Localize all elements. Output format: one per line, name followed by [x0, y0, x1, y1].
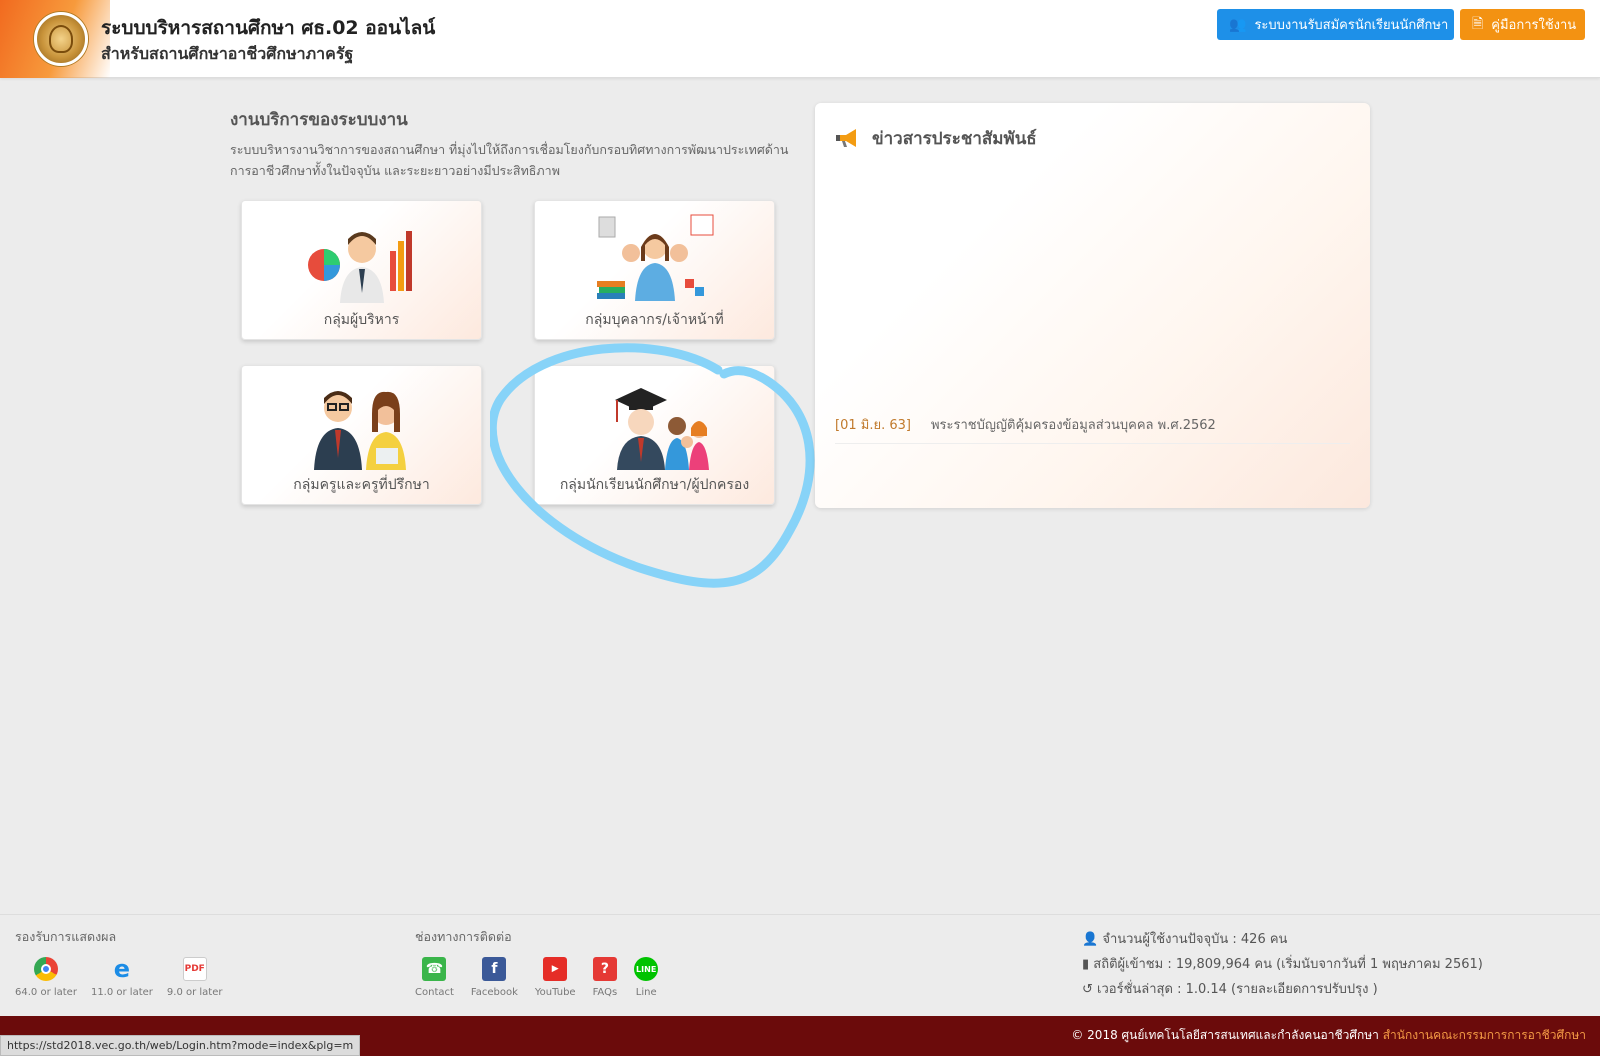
card-teachers-label: กลุ่มครูและครูที่ปรึกษา: [293, 477, 430, 493]
browser-chrome-label: 64.0 or later: [15, 987, 77, 998]
browser-support-title: รองรับการแสดงผล: [15, 929, 117, 944]
chrome-icon: [33, 957, 58, 981]
pdf-icon: PDF: [182, 957, 207, 981]
contact-list: ☎ Contact f Facebook ▶ YouTube ? FAQs LI…: [415, 957, 659, 998]
card-staff-label: กลุ่มบุคลากร/เจ้าหน้าที่: [585, 312, 724, 328]
contact-line-label: Line: [635, 987, 657, 998]
services-description: ระบบบริหารงานวิชาการของสถานศึกษา ที่มุ่ง…: [230, 142, 789, 178]
card-teachers[interactable]: กลุ่มครูและครูที่ปรึกษา: [241, 365, 482, 505]
ie-icon: e: [113, 955, 131, 983]
browser-pdf-label: 9.0 or later: [166, 987, 223, 998]
copyright: © 2018 ศูนย์เทคโนโลยีสารสนเทศและกำลังคนอ…: [1071, 1026, 1586, 1045]
news-item-date: [01 มิ.ย. 63]: [835, 418, 911, 433]
faq-icon: ?: [592, 957, 617, 981]
app-subtitle: สำหรับสถานศึกษาอาชีวศึกษาภาครัฐ: [101, 44, 354, 63]
contact-youtube-label: YouTube: [534, 987, 576, 998]
user-manual-button[interactable]: 🗎 คู่มือการใช้งาน: [1460, 9, 1585, 40]
stat-visits: ▮ สถิติผู้เข้าชม : 19,809,964 คน (เริ่มน…: [1082, 953, 1483, 974]
contact-item-line[interactable]: LINE Line: [634, 957, 659, 998]
browser-item-ie: e 11.0 or later: [90, 955, 153, 998]
browser-support-list: 64.0 or later e 11.0 or later PDF 9.0 or…: [15, 955, 223, 998]
browser-ie-label: 11.0 or later: [90, 987, 153, 998]
copyright-text: © 2018 ศูนย์เทคโนโลยีสารสนเทศและกำลังคนอ…: [1071, 1028, 1379, 1042]
footer: รองรับการแสดงผล 64.0 or later e 11.0 or …: [0, 914, 1600, 1016]
history-icon: ↺: [1082, 982, 1093, 997]
vec-office-link[interactable]: สำนักงานคณะกรรมการการอาชีวศึกษา: [1383, 1028, 1586, 1042]
news-panel: ข่าวสารประชาสัมพันธ์ [01 มิ.ย. 63] พระรา…: [815, 103, 1370, 508]
ministry-logo-icon[interactable]: [34, 12, 88, 66]
youtube-icon: ▶: [543, 957, 568, 981]
facebook-icon: f: [482, 957, 507, 981]
contact-item-faq[interactable]: ? FAQs: [592, 957, 618, 998]
user-icon: 👤: [1082, 932, 1099, 947]
contact-item-phone[interactable]: ☎ Contact: [415, 957, 454, 998]
browser-item-chrome: 64.0 or later: [15, 957, 77, 998]
admission-system-button[interactable]: 👥 ระบบงานรับสมัครนักเรียนนักศึกษา: [1217, 9, 1454, 40]
news-item[interactable]: [01 มิ.ย. 63] พระราชบัญญัติคุ้มครองข้อมู…: [835, 414, 1350, 444]
stat-current-users-text: จำนวนผู้ใช้งานปัจจุบัน : 426 คน: [1102, 932, 1288, 947]
card-students[interactable]: กลุ่มนักเรียนนักศึกษา/ผู้ปกครอง: [534, 365, 775, 505]
stat-version[interactable]: ↺ เวอร์ชั่นล่าสุด : 1.0.14 (รายละเอียดกา…: [1082, 978, 1378, 999]
app-title: ระบบบริหารสถานศึกษา ศธ.02 ออนไลน์: [101, 17, 436, 39]
contact-item-youtube[interactable]: ▶ YouTube: [535, 957, 576, 998]
news-title: ข่าวสารประชาสัมพันธ์: [872, 129, 1037, 149]
users-icon: 👥: [1229, 16, 1247, 33]
browser-status-url: https://std2018.vec.go.th/web/Login.htm?…: [0, 1035, 361, 1056]
browser-item-pdf: PDF 9.0 or later: [167, 957, 223, 998]
stat-visits-text: สถิติผู้เข้าชม : 19,809,964 คน (เริ่มนับ…: [1093, 957, 1483, 972]
executive-chart-illustration-icon: [307, 231, 412, 303]
card-students-label: กลุ่มนักเรียนนักศึกษา/ผู้ปกครอง: [559, 477, 750, 493]
staff-illustration-icon: [596, 214, 713, 301]
contact-item-facebook[interactable]: f Facebook: [471, 957, 518, 998]
card-executives-label: กลุ่มผู้บริหาร: [323, 312, 400, 328]
contact-faq-label: FAQs: [592, 987, 618, 998]
pdf-file-icon: 🗎: [1472, 15, 1484, 32]
students-illustration-icon: [614, 388, 709, 470]
signal-bars-icon: ▮: [1082, 957, 1090, 972]
teachers-illustration-icon: [313, 391, 406, 470]
user-manual-label: คู่มือการใช้งาน: [1491, 18, 1577, 33]
news-item-text: พระราชบัญญัติคุ้มครองข้อมูลส่วนบุคคล พ.ศ…: [930, 418, 1216, 433]
contact-facebook-label: Facebook: [470, 987, 518, 998]
admission-system-label: ระบบงานรับสมัครนักเรียนนักศึกษา: [1254, 18, 1449, 33]
stat-current-users: 👤 จำนวนผู้ใช้งานปัจจุบัน : 426 คน: [1082, 928, 1287, 949]
contact-title: ช่องทางการติดต่อ: [415, 929, 512, 944]
phone-icon: ☎: [422, 957, 447, 981]
top-header: ระบบบริหารสถานศึกษา ศธ.02 ออนไลน์ สำหรับ…: [0, 0, 1600, 78]
contact-phone-label: Contact: [415, 987, 454, 998]
card-staff[interactable]: กลุ่มบุคลากร/เจ้าหน้าที่: [534, 200, 775, 340]
line-icon: LINE: [634, 957, 659, 981]
card-executives[interactable]: กลุ่มผู้บริหาร: [241, 200, 482, 340]
services-title: งานบริการของระบบงาน: [230, 110, 408, 130]
stat-version-text: เวอร์ชั่นล่าสุด : 1.0.14 (รายละเอียดการป…: [1097, 982, 1378, 997]
megaphone-icon: [836, 129, 856, 147]
